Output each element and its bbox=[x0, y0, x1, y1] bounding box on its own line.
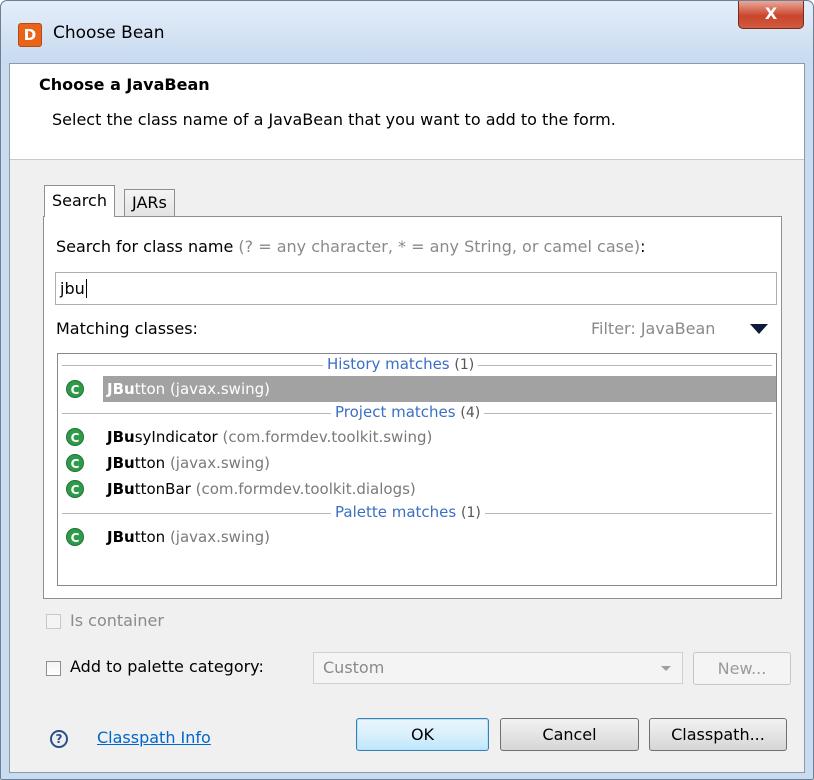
ok-button[interactable]: OK bbox=[356, 718, 489, 751]
separator-label: Project matches bbox=[335, 403, 456, 421]
match-highlight: JBu bbox=[107, 380, 135, 398]
filter-label[interactable]: Filter: JavaBean bbox=[591, 319, 715, 338]
separator-label: Palette matches bbox=[335, 503, 457, 521]
class-icon: C bbox=[66, 380, 84, 398]
add-to-palette-label: Add to palette category: bbox=[70, 657, 264, 676]
search-label: Search for class name (? = any character… bbox=[56, 237, 645, 256]
close-button[interactable]: X bbox=[738, 1, 804, 29]
matching-classes-label: Matching classes: bbox=[56, 319, 198, 338]
match-highlight: JBu bbox=[107, 480, 135, 498]
class-icon: C bbox=[66, 454, 84, 472]
class-icon: C bbox=[66, 428, 84, 446]
list-separator: Project matches (4) bbox=[58, 402, 776, 424]
classpath-button[interactable]: Classpath... bbox=[649, 718, 787, 751]
is-container-label: Is container bbox=[70, 611, 164, 630]
filter-dropdown-arrow-icon[interactable] bbox=[750, 324, 768, 334]
separator-title: History matches (1) bbox=[323, 355, 479, 373]
text-cursor: ​ bbox=[85, 279, 87, 298]
class-name-rest: tton bbox=[134, 528, 166, 546]
package-name: (com.formdev.toolkit.swing) bbox=[222, 428, 433, 446]
class-name-text: JBusyIndicator (com.formdev.toolkit.swin… bbox=[107, 424, 432, 450]
dialog-header: Choose a JavaBean Select the class name … bbox=[10, 64, 804, 160]
separator-count: (4) bbox=[460, 405, 481, 421]
class-name-rest: ttonBar bbox=[134, 480, 191, 498]
search-input-value: jbu bbox=[60, 279, 85, 298]
match-highlight: JBu bbox=[107, 454, 135, 472]
class-icon: C bbox=[66, 480, 84, 498]
search-tab-panel: Search for class name (? = any character… bbox=[43, 216, 782, 599]
palette-category-select[interactable]: Custom bbox=[313, 652, 683, 684]
is-container-checkbox[interactable] bbox=[46, 614, 61, 629]
add-to-palette-checkbox[interactable] bbox=[46, 661, 61, 676]
separator-count: (1) bbox=[454, 357, 475, 373]
search-input[interactable]: jbu​ bbox=[55, 272, 777, 305]
package-name: (javax.swing) bbox=[169, 454, 270, 472]
class-name-rest: tton bbox=[134, 380, 166, 398]
new-category-button[interactable]: New... bbox=[693, 652, 791, 685]
window-title: Choose Bean bbox=[53, 23, 165, 43]
class-name-text: JButtonBar (com.formdev.toolkit.dialogs) bbox=[107, 476, 416, 502]
class-name-text: JButton (javax.swing) bbox=[107, 524, 270, 550]
list-item[interactable]: C JButton (javax.swing) bbox=[58, 376, 776, 402]
header-description: Select the class name of a JavaBean that… bbox=[52, 110, 616, 129]
package-name: (com.formdev.toolkit.dialogs) bbox=[195, 480, 416, 498]
help-icon[interactable]: ? bbox=[50, 730, 68, 748]
chevron-down-icon bbox=[661, 666, 671, 671]
close-icon: X bbox=[764, 4, 778, 23]
class-name-text: JButton (javax.swing) bbox=[107, 450, 270, 476]
list-item[interactable]: C JButton (javax.swing) bbox=[58, 450, 776, 476]
tab-search[interactable]: Search bbox=[44, 185, 115, 217]
list-item[interactable]: C JBusyIndicator (com.formdev.toolkit.swi… bbox=[58, 424, 776, 450]
search-hint: (? = any character, * = any String, or c… bbox=[238, 237, 641, 256]
class-name-text: JButton (javax.swing) bbox=[107, 376, 270, 402]
separator-title: Project matches (4) bbox=[331, 403, 485, 421]
separator-label: History matches bbox=[327, 355, 450, 373]
match-highlight: JBu bbox=[107, 528, 135, 546]
search-label-suffix: : bbox=[640, 237, 646, 256]
package-name: (javax.swing) bbox=[169, 380, 270, 398]
palette-category-value: Custom bbox=[323, 658, 385, 677]
separator-title: Palette matches (1) bbox=[331, 503, 485, 521]
separator-count: (1) bbox=[460, 505, 481, 521]
match-highlight: JBu bbox=[107, 428, 135, 446]
choose-bean-dialog: D Choose Bean X Choose a JavaBean Select… bbox=[0, 0, 814, 780]
class-name-rest: tton bbox=[134, 454, 166, 472]
class-icon: C bbox=[66, 528, 84, 546]
header-title: Choose a JavaBean bbox=[39, 75, 210, 94]
tab-jars[interactable]: JARs bbox=[124, 189, 175, 217]
class-name-rest: syIndicator bbox=[134, 428, 218, 446]
list-item[interactable]: C JButtonBar (com.formdev.toolkit.dialogs… bbox=[58, 476, 776, 502]
classpath-info-link[interactable]: Classpath Info bbox=[97, 728, 211, 747]
list-separator: Palette matches (1) bbox=[58, 502, 776, 524]
list-separator: History matches (1) bbox=[58, 354, 776, 376]
list-item[interactable]: C JButton (javax.swing) bbox=[58, 524, 776, 550]
package-name: (javax.swing) bbox=[169, 528, 270, 546]
search-label-text: Search for class name bbox=[56, 237, 234, 256]
matching-classes-list[interactable]: History matches (1) C JButton (javax.swing… bbox=[57, 353, 777, 586]
app-logo-icon: D bbox=[18, 23, 42, 47]
dialog-content: Choose a JavaBean Select the class name … bbox=[9, 63, 805, 773]
cancel-button[interactable]: Cancel bbox=[500, 718, 639, 751]
title-bar[interactable]: D Choose Bean bbox=[1, 1, 813, 63]
